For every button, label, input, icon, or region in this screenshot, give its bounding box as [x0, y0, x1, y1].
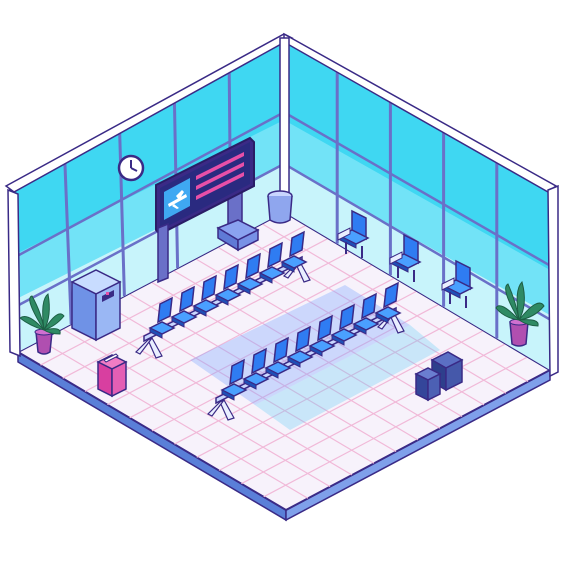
scene-canvas [4, 32, 559, 522]
wall-clock [117, 154, 145, 182]
magenta-suitcase [96, 353, 128, 398]
trash-bin [267, 190, 293, 224]
airport-lounge-scene [0, 0, 568, 568]
info-kiosk [70, 269, 122, 342]
